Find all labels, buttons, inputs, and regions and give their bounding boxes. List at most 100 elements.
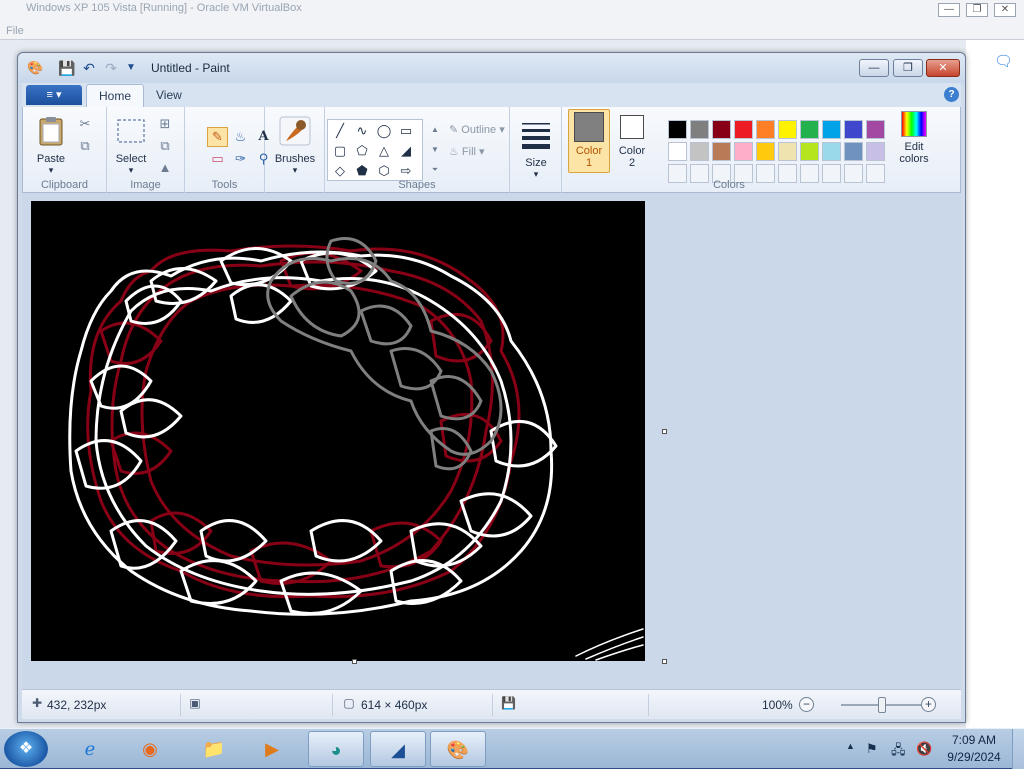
color-spectrum-icon [901,111,927,137]
palette-color-swatch[interactable] [756,142,775,161]
color1-swatch [574,112,604,142]
show-desktop-button[interactable] [1012,729,1024,769]
arrow-shape-icon[interactable]: ⇨ [396,162,416,180]
shapes-expand-icon[interactable]: ⏷ [425,161,445,179]
customize-quick-access-icon[interactable]: ▼ [122,59,140,77]
palette-color-swatch[interactable] [778,142,797,161]
pentagon-shape-icon[interactable]: ⬟ [352,162,372,180]
palette-color-swatch[interactable] [866,120,885,139]
network-icon[interactable]: 🖧 [891,741,906,763]
action-center-flag-icon[interactable]: ⚑ [866,741,878,757]
paste-button[interactable]: Paste ▾ [31,115,71,176]
shapes-scroll-up-icon[interactable]: ▲ [425,121,445,139]
canvas-resize-handle-right[interactable] [662,429,667,434]
diamond-shape-icon[interactable]: ◇ [330,162,350,180]
palette-color-swatch[interactable] [822,142,841,161]
color-picker-icon[interactable]: ✑ [230,149,251,169]
cut-icon[interactable]: ✂ [75,115,95,133]
media-player-icon[interactable]: ▶ [244,731,300,767]
palette-color-swatch[interactable] [690,120,709,139]
palette-color-swatch[interactable] [822,120,841,139]
host-file-menu[interactable]: File [6,25,24,37]
crop-icon[interactable]: ⊞ [155,115,175,133]
shapes-scroll-down-icon[interactable]: ▼ [425,141,445,159]
zoom-in-button[interactable]: + [921,697,936,712]
palette-color-swatch[interactable] [734,120,753,139]
palette-color-swatch[interactable] [844,142,863,161]
minimize-button[interactable]: — [859,59,889,77]
rotate-icon[interactable]: ▲ [155,159,175,177]
browser-app-icon[interactable]: ◕ [308,731,364,767]
palette-color-swatch[interactable] [756,120,775,139]
show-hidden-icons-icon[interactable]: ▲ [846,741,855,751]
help-icon[interactable]: ? [944,87,959,102]
host-close-button[interactable]: ✕ [994,3,1016,17]
pencil-icon[interactable]: ✎ [207,127,228,147]
zoom-out-button[interactable]: − [799,697,814,712]
select-rectangle-icon [117,119,145,143]
title-bar[interactable]: 🎨 💾 ↶ ↷ ▼ Untitled - Paint — ❐ ✕ [18,53,965,83]
size-button[interactable]: Size ▾ [516,119,556,180]
line-shape-icon[interactable]: ╱ [330,122,350,140]
zoom-slider-track[interactable] [841,697,923,713]
polygon-shape-icon[interactable]: ⬠ [352,142,372,160]
canvas-resize-handle-bottom[interactable] [352,659,357,664]
copy-icon[interactable]: ⧉ [75,137,95,155]
undo-icon[interactable]: ↶ [80,59,98,77]
paint-menu-button[interactable]: ≡ ▾ [26,85,82,105]
firefox-icon[interactable]: ◉ [122,731,178,767]
palette-color-swatch[interactable] [778,120,797,139]
palette-color-swatch[interactable] [690,142,709,161]
file-explorer-icon[interactable]: 📁 [186,731,242,767]
palette-color-swatch[interactable] [734,142,753,161]
host-minimize-button[interactable]: — [938,3,960,17]
resize-icon[interactable]: ⧉ [155,137,175,155]
palette-color-swatch[interactable] [800,120,819,139]
select-button[interactable]: Select ▾ [111,115,151,176]
xp-mode-icon[interactable]: ◢ [370,731,426,767]
close-button[interactable]: ✕ [926,59,960,77]
palette-color-swatch[interactable] [712,142,731,161]
rectangle-shape-icon[interactable]: ▭ [396,122,416,140]
cursor-position: 432, 232px [47,698,107,712]
curve-shape-icon[interactable]: ∿ [352,122,372,140]
palette-color-swatch[interactable] [800,142,819,161]
internet-explorer-icon[interactable]: ℯ [62,731,118,767]
hexagon-shape-icon[interactable]: ⬡ [374,162,394,180]
drawing-canvas[interactable] [31,201,645,661]
color2-label: Color [618,145,646,157]
paint-app-icon[interactable]: 🎨 [27,61,43,75]
zoom-slider-thumb[interactable] [878,697,886,713]
oval-shape-icon[interactable]: ◯ [374,122,394,140]
eraser-icon[interactable]: ▭ [207,149,228,169]
canvas-resize-handle-corner[interactable] [662,659,667,664]
color2-button[interactable]: Color 2 [612,111,652,169]
redo-icon[interactable]: ↷ [102,59,120,77]
clock-time[interactable]: 7:09 AM [948,733,1000,747]
edit-colors-button[interactable]: Edit colors [892,111,936,165]
outline-button[interactable]: ✎ Outline ▾ [449,123,505,136]
brushes-button[interactable]: Brushes ▾ [269,115,321,176]
chat-bubble-icon[interactable]: 🗨 [994,52,1013,70]
rounded-rectangle-shape-icon[interactable]: ▢ [330,142,350,160]
palette-color-swatch[interactable] [668,120,687,139]
fill-button[interactable]: ♨ Fill ▾ [449,145,485,158]
right-triangle-shape-icon[interactable]: ◢ [396,142,416,160]
palette-color-swatch[interactable] [844,120,863,139]
fill-bucket-icon[interactable]: ♨ [230,127,251,147]
triangle-shape-icon[interactable]: △ [374,142,394,160]
maximize-button[interactable]: ❐ [893,59,923,77]
save-icon[interactable]: 💾 [58,59,76,77]
clock-date[interactable]: 9/29/2024 [944,750,1004,764]
paint-taskbar-icon[interactable]: 🎨 [430,731,486,767]
start-button[interactable]: ❖ [4,731,48,767]
host-restore-button[interactable]: ❐ [966,3,988,17]
palette-color-swatch[interactable] [866,142,885,161]
palette-color-swatch[interactable] [712,120,731,139]
color1-button[interactable]: Color 1 [568,109,610,173]
color1-number: 1 [585,157,593,169]
tab-view[interactable]: View [144,84,194,107]
tab-home[interactable]: Home [86,84,145,107]
volume-muted-icon[interactable]: 🔇 [916,741,932,757]
palette-color-swatch[interactable] [668,142,687,161]
